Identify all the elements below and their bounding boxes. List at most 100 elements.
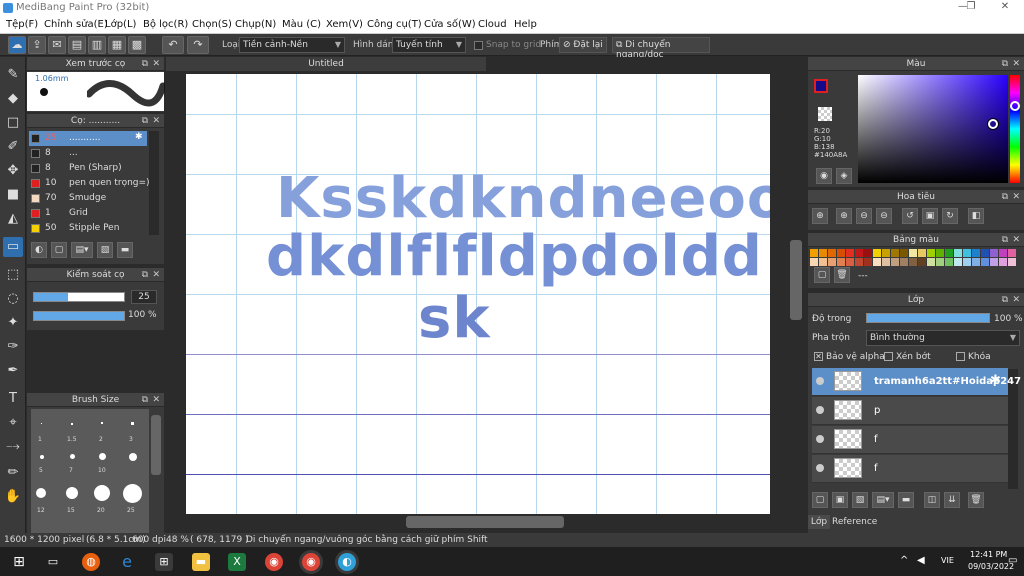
menu-window[interactable]: Cửa số(W) [424,19,476,30]
palette-swatch[interactable] [810,249,818,257]
fill-rect-tool-icon[interactable]: ■ [3,185,23,205]
foreground-color-swatch[interactable] [814,79,828,93]
size-dot[interactable] [66,487,78,499]
palette-swatch[interactable] [999,249,1007,257]
expand-icon[interactable]: ⧉ [1002,190,1008,204]
close-icon[interactable]: ✕ [1012,57,1020,71]
palette-swatch[interactable] [873,258,881,266]
eye-icon[interactable] [816,464,824,472]
rotate-left-icon[interactable]: ↺ [902,208,918,224]
palette-swatch[interactable] [927,258,935,266]
eraser-tool-icon[interactable]: ◆ [3,89,23,109]
palette-swatch[interactable] [855,258,863,266]
layer-row[interactable]: p [812,397,1008,425]
palette-swatch[interactable] [882,249,890,257]
brush-size-slider[interactable] [33,292,125,302]
expand-icon[interactable]: ⧉ [1002,57,1008,71]
close-icon[interactable]: ✕ [152,393,160,407]
size-dot[interactable] [129,453,137,461]
palette-swatch[interactable] [972,258,980,266]
expand-icon[interactable]: ⧉ [1002,293,1008,307]
size-dot[interactable] [41,423,42,424]
brush-menu-icon[interactable]: ▤▾ [71,242,93,258]
rotate-right-icon[interactable]: ↻ [942,208,958,224]
layer-row[interactable]: f [812,426,1008,454]
move-tool-icon[interactable]: ✥ [3,161,23,181]
menu-edit[interactable]: Chỉnh sửa(E) [44,19,108,30]
palette-swatch[interactable] [846,249,854,257]
gradient-tool-icon[interactable]: ▭ [3,237,23,257]
copy-layer-icon[interactable]: ▧ [852,492,868,508]
gear-icon[interactable]: ✱ [135,132,143,142]
document-tab[interactable]: Untitled [166,57,486,71]
move-button[interactable]: ⧉ Di chuyển ngang/dọc [612,37,710,60]
brush-tool-icon[interactable]: ✎ [3,65,23,85]
color-saturation-picker[interactable] [858,75,1008,183]
layer-folder-icon[interactable]: ▬ [898,492,914,508]
expand-icon[interactable]: ⧉ [142,268,148,282]
palette-swatch[interactable] [837,249,845,257]
brush-size-value[interactable]: 25 [131,290,157,304]
layer-row[interactable]: tramanh6a2tt#Hoidap247 ✱ [812,368,1021,396]
palette-swatch[interactable] [945,249,953,257]
merge-layer-icon[interactable]: ⇊ [944,492,960,508]
clock-time[interactable]: 12:41 PM [970,550,1007,559]
palette-swatch[interactable] [936,249,944,257]
size-dot[interactable] [99,453,106,460]
cloud-icon[interactable]: ☁ [8,36,26,54]
excel-icon[interactable]: X [228,553,246,571]
brush-item[interactable]: 70 Smudge [29,191,147,206]
new-layer-alt-icon[interactable]: ▣ [832,492,848,508]
reset-button[interactable]: ⊘ Đặt lại [559,37,607,53]
volume-icon[interactable]: ◀ [917,555,925,566]
page-icon[interactable]: ▥ [88,36,106,54]
transparent-color-swatch[interactable] [818,107,832,121]
expand-icon[interactable]: ⧉ [142,114,148,128]
canvas-paper[interactable]: Ksskdkndneeoo dkdlflfldpdoldd l sk [186,74,770,514]
tray-chevron-icon[interactable]: ^ [900,555,908,566]
brush-settings-icon[interactable]: ▧ [97,242,113,258]
palette-swatch[interactable] [999,258,1007,266]
undo-icon[interactable]: ↶ [162,36,184,54]
alpha-protect-checkbox[interactable]: ✕ [814,352,823,361]
edge-icon[interactable]: e [118,553,136,571]
palette-swatch[interactable] [891,249,899,257]
chrome-icon[interactable]: ◉ [265,553,283,571]
brush-item[interactable]: 8 Pen (Sharp) [29,161,147,176]
eye-icon[interactable] [816,435,824,443]
language-indicator[interactable]: VIE [941,556,954,565]
expand-icon[interactable]: ⧉ [142,57,148,71]
lock-checkbox[interactable] [956,352,965,361]
size-dot[interactable] [131,422,134,425]
size-dot[interactable] [94,485,110,501]
pen-tool-icon[interactable]: ✐ [3,137,23,157]
shape-tool-icon[interactable]: □ [3,113,23,133]
delete-palette-icon[interactable]: 🗑 [834,267,850,283]
palette-swatch[interactable] [990,249,998,257]
palette-swatch[interactable] [900,258,908,266]
close-icon[interactable]: ✕ [152,57,160,71]
palette-swatch[interactable] [990,258,998,266]
select-eraser-tool-icon[interactable]: ✒ [3,361,23,381]
task-view-icon[interactable]: ▭ [44,553,62,571]
zoom-reset-icon[interactable]: ⊖ [876,208,892,224]
menu-color[interactable]: Màu (C) [282,19,321,30]
new-layer-icon[interactable]: ▢ [812,492,828,508]
color-picker-cursor[interactable] [988,119,998,129]
store-icon[interactable]: ⊞ [155,553,173,571]
hue-cursor[interactable] [1010,101,1020,111]
palette-swatch[interactable] [810,258,818,266]
zoom-in-icon[interactable]: ⊕ [836,208,852,224]
close-icon[interactable]: ✕ [152,268,160,282]
palette-swatch[interactable] [909,258,917,266]
delete-layer-icon[interactable]: 🗑 [968,492,984,508]
menu-view[interactable]: Xem(V) [326,19,363,30]
duplicate-layer-icon[interactable]: ◫ [924,492,940,508]
palette-swatch[interactable] [918,258,926,266]
palette-swatch[interactable] [927,249,935,257]
palette-swatch[interactable] [945,258,953,266]
palette-swatch[interactable] [828,249,836,257]
size-dot[interactable] [70,454,75,459]
brush-size-scrollbar[interactable] [151,415,161,475]
color-mode-icon[interactable]: ◈ [836,168,852,184]
